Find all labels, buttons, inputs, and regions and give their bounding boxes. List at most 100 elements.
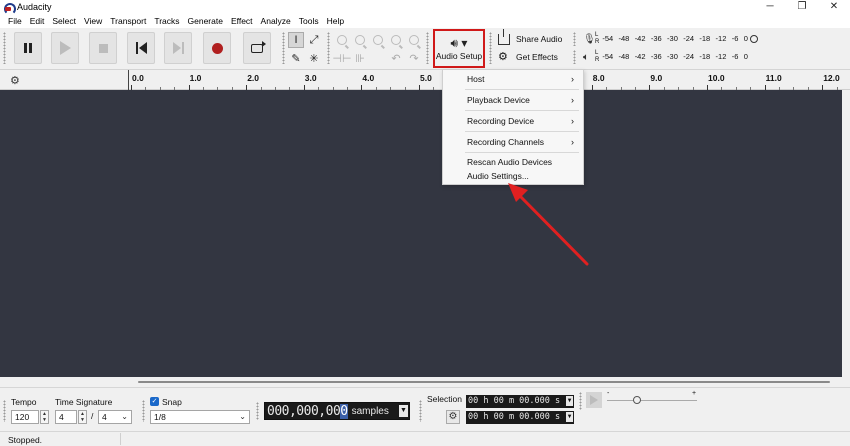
- share-audio-button[interactable]: Share Audio: [495, 28, 565, 47]
- playback-speed-slider-thumb[interactable]: [633, 396, 641, 404]
- meter-tick: -48: [618, 52, 630, 61]
- play-button[interactable]: [51, 32, 79, 64]
- silence-audio-button[interactable]: ⊪: [352, 50, 368, 66]
- selection-tool-button[interactable]: I: [288, 32, 304, 48]
- tempo-spin-arrows[interactable]: ▲ ▼: [40, 410, 49, 424]
- pause-button[interactable]: [14, 32, 42, 64]
- meter-tick: -48: [618, 34, 630, 43]
- menu-tools[interactable]: Tools: [295, 16, 323, 26]
- menu-edit[interactable]: Edit: [26, 16, 49, 26]
- submenu-arrow-icon: ›: [571, 95, 574, 105]
- menu-item-audio-settings[interactable]: Audio Settings...: [443, 168, 583, 184]
- tempo-input[interactable]: 120: [11, 410, 39, 424]
- trim-audio-button[interactable]: ⊣⊢: [332, 50, 352, 66]
- tools-toolbar-grip[interactable]: [282, 32, 285, 64]
- transport-toolbar-grip[interactable]: [3, 32, 6, 64]
- ruler-label: 10.0: [708, 73, 725, 83]
- maximize-button[interactable]: ❐: [786, 0, 818, 14]
- menu-item-recording-device[interactable]: Recording Device ›: [443, 113, 583, 129]
- meter-tick: -30: [667, 52, 678, 61]
- chevron-down-icon[interactable]: ▼: [566, 396, 573, 406]
- share-toolbar-grip[interactable]: [489, 32, 492, 64]
- record-meter[interactable]: 🎙︎ LR -54 -48 -42 -36 -30 -24 -18 -12 -6…: [583, 31, 758, 47]
- timeline-options-gear-icon[interactable]: ⚙: [10, 74, 20, 87]
- status-text: Stopped.: [8, 435, 43, 445]
- zoom-toggle-button[interactable]: [406, 32, 422, 48]
- time-toolbar-grip[interactable]: [256, 402, 259, 420]
- ruler-label: 5.0: [420, 73, 432, 83]
- horizontal-scrollbar[interactable]: [0, 377, 850, 387]
- play-at-speed-toolbar-grip[interactable]: [579, 392, 582, 410]
- track-area[interactable]: [0, 90, 842, 377]
- chevron-down-icon[interactable]: ▼: [566, 412, 573, 422]
- speed-max-label: +: [692, 390, 697, 397]
- snap-toolbar-grip[interactable]: [142, 400, 145, 422]
- selection-end-field[interactable]: 00 h 00 m 00.000 s ▼: [466, 411, 574, 424]
- edit-toolbar-grip[interactable]: [327, 32, 330, 64]
- record-icon: [211, 42, 223, 54]
- multi-tool-icon: ✳: [309, 52, 319, 65]
- snap-to-select[interactable]: 1/8 ⌄: [150, 410, 250, 424]
- skip-to-end-button[interactable]: [164, 32, 192, 64]
- selection-toolbar-grip[interactable]: [419, 400, 422, 422]
- menu-item-label: Recording Channels: [467, 137, 545, 147]
- snap-checkbox[interactable]: ✓: [150, 397, 159, 406]
- redo-button[interactable]: ↷: [406, 50, 422, 66]
- menu-divider: [465, 89, 579, 90]
- minimize-button[interactable]: ─: [754, 0, 786, 14]
- undo-button[interactable]: ↶: [388, 50, 404, 66]
- playback-speed-slider[interactable]: [607, 400, 697, 401]
- zoom-in-button[interactable]: [334, 32, 350, 48]
- selection-options-gear-icon[interactable]: ⚙: [446, 410, 460, 424]
- menu-item-host[interactable]: Host ›: [443, 71, 583, 87]
- timeline-ruler-row: ⚙ 0.0 1.0 2.0 3.0 4.0 5.0 8.0 9.0 10.0 11.0 12.0: [0, 70, 850, 90]
- skip-to-start-button[interactable]: [127, 32, 155, 64]
- time-format-dropdown-icon[interactable]: ▼: [399, 405, 408, 417]
- menu-generate[interactable]: Generate: [184, 16, 227, 26]
- pencil-icon: ✎: [291, 52, 301, 65]
- playback-meter[interactable]: 🔈︎ LR -54 -48 -42 -36 -30 -24 -18 -12 -6…: [583, 49, 758, 65]
- meter-tick: -36: [650, 34, 662, 43]
- play-icon: [59, 41, 71, 55]
- draw-tool-button[interactable]: ✎: [288, 50, 304, 66]
- time-signature-upper-input[interactable]: 4: [55, 410, 77, 424]
- audio-setup-toolbar-grip[interactable]: [426, 32, 429, 64]
- play-meter-grip[interactable]: [573, 50, 576, 64]
- record-meter-grip[interactable]: [573, 32, 576, 46]
- menu-tracks[interactable]: Tracks: [150, 16, 183, 26]
- vertical-scrollbar[interactable]: [842, 90, 850, 377]
- ruler-label: 1.0: [189, 73, 202, 83]
- menu-transport[interactable]: Transport: [106, 16, 150, 26]
- record-button[interactable]: [203, 32, 231, 64]
- envelope-tool-button[interactable]: ⤢: [306, 32, 322, 48]
- i-beam-icon: I: [294, 34, 298, 46]
- menu-help[interactable]: Help: [323, 16, 348, 26]
- zoom-out-button[interactable]: [352, 32, 368, 48]
- trim-icon: ⊣⊢: [332, 52, 352, 65]
- fit-project-button[interactable]: [388, 32, 404, 48]
- audio-setup-button[interactable]: 🔊︎ ▾ Audio Setup: [433, 29, 485, 68]
- menu-view[interactable]: View: [80, 16, 106, 26]
- menu-item-playback-device[interactable]: Playback Device ›: [443, 92, 583, 108]
- time-signature-spin-arrows[interactable]: ▲ ▼: [78, 410, 87, 424]
- horizontal-scrollbar-thumb[interactable]: [138, 381, 830, 383]
- get-effects-button[interactable]: ⚙ Get Effects: [495, 49, 565, 65]
- selection-start-field[interactable]: 00 h 00 m 00.000 s ▼: [466, 395, 574, 408]
- menu-item-recording-channels[interactable]: Recording Channels ›: [443, 134, 583, 150]
- close-button[interactable]: ✕: [818, 0, 850, 14]
- stop-button[interactable]: [89, 32, 117, 64]
- audio-position-display[interactable]: 000,000,000 samples ▼: [264, 402, 410, 420]
- multi-tool-button[interactable]: ✳: [306, 50, 322, 66]
- play-at-speed-button[interactable]: [586, 392, 602, 408]
- time-signature-toolbar-grip[interactable]: [3, 400, 6, 422]
- menu-file[interactable]: File: [4, 16, 26, 26]
- menu-effect[interactable]: Effect: [227, 16, 257, 26]
- fit-selection-button[interactable]: [370, 32, 386, 48]
- time-signature-lower-select[interactable]: 4 ⌄: [98, 410, 132, 424]
- menu-select[interactable]: Select: [48, 16, 80, 26]
- ruler-label: 4.0: [362, 73, 375, 83]
- loop-button[interactable]: [243, 32, 271, 64]
- menu-analyze[interactable]: Analyze: [257, 16, 295, 26]
- record-volume-knob[interactable]: [750, 35, 758, 43]
- meter-tick: -42: [634, 52, 646, 61]
